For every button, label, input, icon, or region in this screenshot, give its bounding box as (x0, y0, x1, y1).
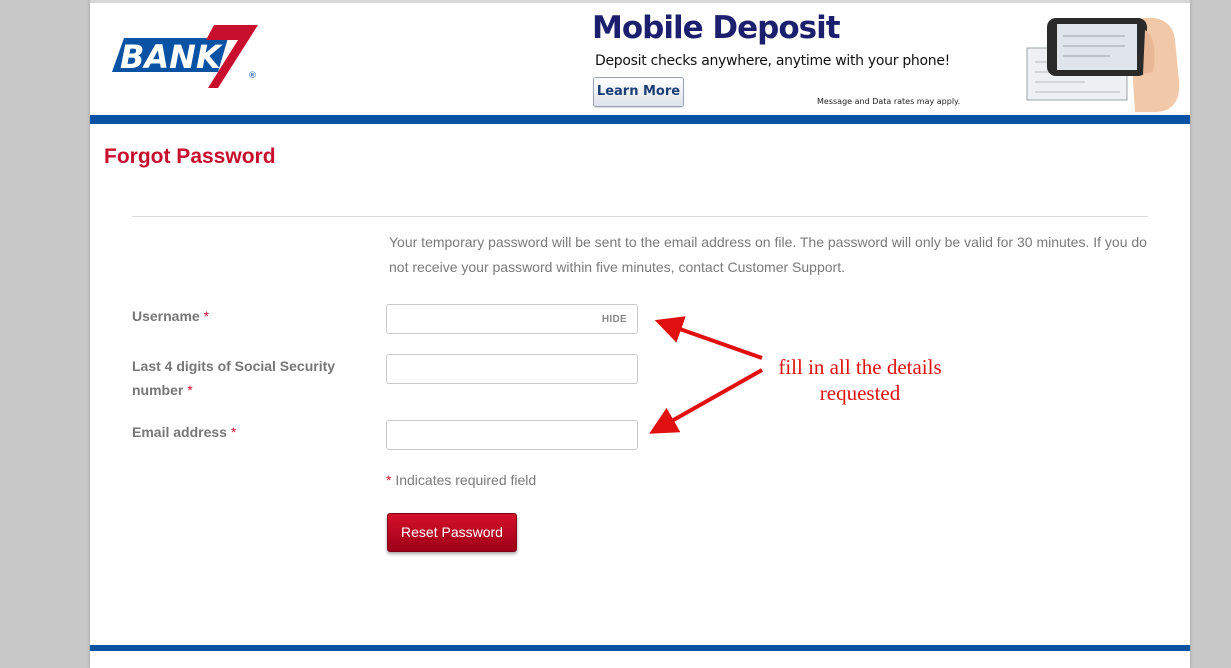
svg-text:BANK: BANK (120, 38, 223, 76)
annotation-line-1: fill in all the details (778, 355, 942, 379)
ssn-label-text: Last 4 digits of Social Security number (132, 358, 336, 398)
username-label-text: Username (132, 308, 200, 324)
page-title: Forgot Password (104, 145, 276, 168)
phone-check-icon (1026, 17, 1180, 112)
ssn-input[interactable] (386, 354, 638, 384)
header-divider-bar (90, 115, 1190, 124)
annotation-line-2: requested (819, 381, 901, 405)
required-mark: * (203, 308, 210, 324)
bank-logo[interactable]: BANK ® (110, 20, 260, 92)
banner-note: Message and Data rates may apply. (817, 97, 961, 106)
top-border (90, 0, 1190, 3)
learn-more-button[interactable]: Learn More (593, 77, 684, 107)
annotation-text: fill in all the details requested (760, 354, 960, 406)
username-input[interactable]: HIDE (386, 304, 638, 334)
required-mark: * (230, 424, 237, 440)
svg-text:®: ® (248, 71, 257, 81)
required-mark: * (187, 382, 193, 398)
username-label: Username * (132, 304, 362, 328)
footer-divider-bar (90, 645, 1190, 651)
required-note-text: Indicates required field (391, 472, 537, 488)
email-label-text: Email address (132, 424, 227, 440)
mobile-deposit-banner: Mobile Deposit Deposit checks anywhere, … (590, 8, 1190, 116)
section-divider (132, 216, 1148, 217)
banner-subtitle: Deposit checks anywhere, anytime with yo… (595, 53, 950, 69)
banner-title: Mobile Deposit (592, 10, 841, 46)
reset-password-button[interactable]: Reset Password (387, 513, 517, 552)
required-field-note: * Indicates required field (386, 472, 536, 488)
page-container: BANK ® Mobile Deposit Deposit checks any… (90, 0, 1190, 668)
info-text: Your temporary password will be sent to … (389, 234, 1147, 275)
bank-logo-icon: BANK ® (112, 25, 258, 88)
hide-toggle[interactable]: HIDE (602, 314, 627, 325)
ssn-label: Last 4 digits of Social Security number … (132, 354, 362, 402)
email-label: Email address * (132, 420, 362, 444)
email-input[interactable] (386, 420, 638, 450)
